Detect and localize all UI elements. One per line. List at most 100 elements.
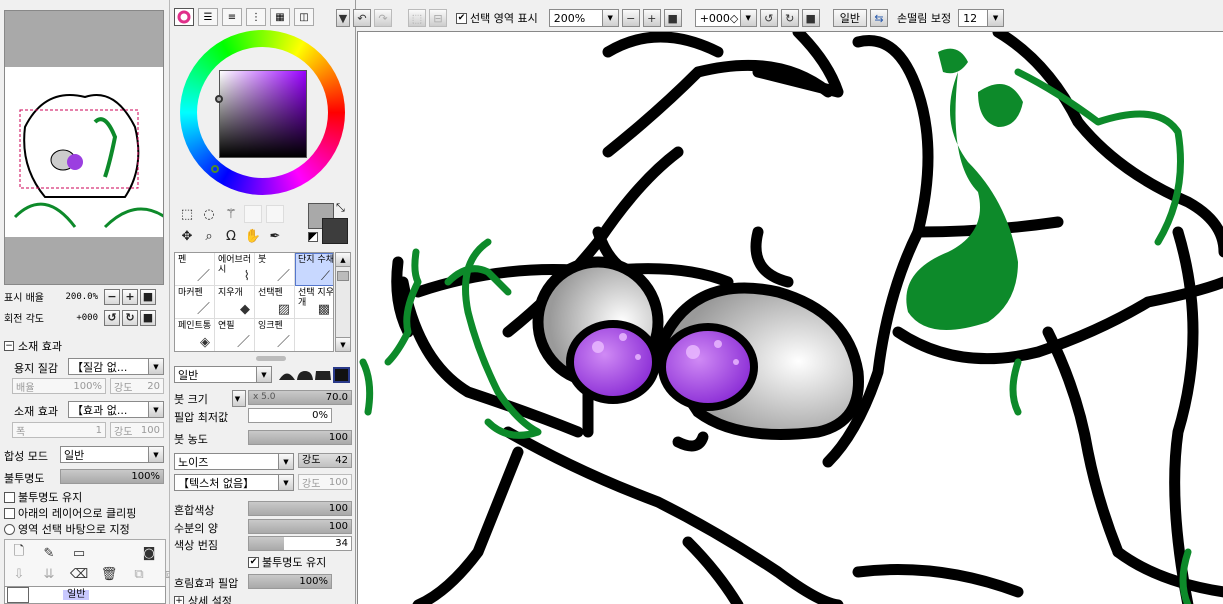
brush-slot-5[interactable]: 지우개 ◆ (215, 286, 255, 319)
zoom-in-button[interactable]: + (122, 288, 138, 305)
paper-scale-field[interactable]: 배율 100% (12, 378, 106, 394)
texture-select[interactable]: 【텍스처 없음】 ▼ (174, 474, 294, 491)
effect-width-field[interactable]: 폭 1 (12, 422, 106, 438)
new-linework-layer-icon[interactable]: ✎ (40, 544, 58, 562)
layer-mask-icon[interactable]: ◙ (140, 544, 158, 562)
brush-slot-2[interactable]: 붓 ／ (255, 253, 295, 286)
hsv-slider-tab-icon[interactable]: ≡ (222, 8, 242, 26)
selection-source-radio[interactable]: 영역 선택 바탕으로 지정 (4, 521, 130, 537)
lasso-icon[interactable]: ◌ (200, 205, 218, 223)
undo-icon[interactable]: ↶ (353, 9, 371, 27)
secondary-color-swatch[interactable] (322, 218, 348, 244)
advanced-settings-header[interactable]: + 상세 설정 (174, 593, 232, 604)
new-layer-icon[interactable]: 🗋 (10, 544, 28, 562)
brush-slot-3[interactable]: 단지 수채 ⟋ (295, 253, 333, 286)
checkbox[interactable] (4, 491, 15, 503)
rotate-reset-button[interactable]: ■ (140, 309, 156, 326)
checkbox[interactable] (4, 507, 15, 519)
zoom-out-button[interactable]: − (104, 288, 120, 305)
brush-slot-0[interactable]: 펜 ／ (175, 253, 215, 286)
tip-texture-icon[interactable] (333, 367, 350, 383)
rotate-value[interactable]: +000 (54, 313, 98, 323)
checkbox[interactable]: ✔ (248, 556, 259, 568)
rotate-ccw-button[interactable]: ↺ (104, 309, 120, 326)
eyedropper-icon[interactable]: ✒ (266, 227, 284, 245)
hand-icon[interactable]: ✋ (244, 227, 262, 245)
magic-wand-icon[interactable]: ⚚ (222, 205, 240, 223)
material-effect-select[interactable]: 【효과 없... ▼ (68, 401, 164, 418)
merge-down-icon[interactable]: ⇊ (40, 565, 58, 583)
effect-strength-field[interactable]: 강도 100 (110, 422, 164, 438)
clear-layer-icon[interactable]: ⌫ (70, 565, 88, 583)
paper-strength-field[interactable]: 강도 20 (110, 378, 164, 394)
texture-header[interactable]: − 소재 효과 (4, 338, 62, 354)
keep-opacity-check[interactable]: ✔ 불투명도 유지 (248, 554, 326, 570)
color-wheel-tab-icon[interactable] (174, 8, 194, 26)
brush-slot-10[interactable]: 잉크펜 ／ (255, 319, 295, 351)
navigator-preview[interactable] (4, 10, 164, 285)
rgb-slider-tab-icon[interactable]: ☰ (198, 8, 218, 26)
redo-icon[interactable]: ↷ (374, 9, 392, 27)
sv-marker[interactable] (215, 95, 223, 103)
rotation-select[interactable]: +000◇ ▼ (694, 9, 757, 27)
zoom-select[interactable]: 200% ▼ (548, 9, 619, 27)
mix-slider[interactable]: 100 (248, 501, 352, 516)
delete-layer-icon[interactable]: 🗑 (100, 565, 118, 583)
reset-colors-icon[interactable] (308, 232, 318, 242)
rotate-reset-icon[interactable]: ■ (801, 9, 820, 27)
noise-select[interactable]: 노이즈 ▼ (174, 453, 294, 470)
radio[interactable] (4, 523, 15, 535)
blur-slider[interactable]: 34 (248, 536, 352, 551)
drawing-canvas[interactable] (357, 31, 1223, 604)
opacity-slider[interactable]: 100% (60, 469, 164, 484)
noise-strength-slider[interactable]: 강도 42 (298, 453, 352, 468)
color-table-tab-icon[interactable]: ⋮ (246, 8, 266, 26)
blend-mode-select[interactable]: 일반 ▼ (60, 446, 164, 463)
tip-round-icon[interactable] (278, 369, 296, 381)
move-icon[interactable]: ✥ (178, 227, 196, 245)
blur-pressure-slider[interactable]: 100% (248, 574, 332, 589)
saturation-value-square[interactable] (215, 70, 307, 158)
tip-flat-icon[interactable] (296, 369, 314, 381)
brush-slot-9[interactable]: 연필 ／ (215, 319, 255, 351)
scroll-down-icon[interactable]: ▼ (336, 337, 350, 351)
copy-layer-icon[interactable]: ⧉ (130, 565, 148, 583)
zoom-in-icon[interactable]: + (642, 9, 661, 27)
flip-horizontal-icon[interactable]: ⇆ (869, 9, 888, 27)
brush-slot-4[interactable]: 마커펜 ／ (175, 286, 215, 319)
texture-strength-field[interactable]: 강도 100 (298, 474, 352, 490)
swap-colors-icon[interactable]: ⤡ (336, 201, 345, 215)
paper-texture-select[interactable]: 【질감 없... ▼ (68, 358, 164, 375)
brush-slot-8[interactable]: 페인트통 ◈ (175, 319, 215, 351)
brush-size-slider[interactable]: x 5.0 70.0 (248, 390, 352, 405)
layer-item[interactable]: 일반 (4, 586, 166, 604)
rotate-cw-icon[interactable]: ↻ (780, 9, 799, 27)
clip-lower-check[interactable]: 아래의 레이어으로 클리핑 (4, 505, 136, 521)
menu-dropdown-icon[interactable]: ▼ (336, 9, 350, 27)
new-folder-icon[interactable]: ▭ (70, 544, 88, 562)
zoom-value[interactable]: 200.0% (54, 292, 98, 302)
water-slider[interactable]: 100 (248, 519, 352, 534)
brush-grid-scrollbar[interactable]: ▲ ▼ (335, 252, 351, 352)
zoom-reset-button[interactable]: ■ (140, 288, 156, 305)
density-slider[interactable]: 100 (248, 430, 352, 445)
brush-slot-7[interactable]: 선택 지우개 ▩ (295, 286, 333, 319)
size-multiplier-button[interactable]: ▼ (232, 390, 246, 407)
brush-blend-select[interactable]: 일반 ▼ (174, 366, 272, 383)
brush-slot-6[interactable]: 선택펜 ▨ (255, 286, 295, 319)
scratchpad-tab-icon[interactable]: ◫ (294, 8, 314, 26)
normal-view-button[interactable]: 일반 (832, 9, 867, 27)
show-selection-checkbox[interactable]: ✔ (456, 12, 467, 24)
panel-grip[interactable] (256, 356, 286, 361)
swatch-tab-icon[interactable]: ▦ (270, 8, 290, 26)
hue-marker[interactable] (211, 165, 219, 173)
rotate-ccw-icon[interactable]: ↺ (759, 9, 778, 27)
deselect-icon[interactable]: ⬚ (408, 9, 426, 27)
min-pressure-slider[interactable]: 0% (248, 408, 332, 423)
stabilizer-select[interactable]: 12 ▼ (958, 9, 1005, 27)
zoom-icon[interactable]: ⌕ (200, 227, 218, 245)
transfer-down-icon[interactable]: ⇩ (10, 565, 28, 583)
rect-select-icon[interactable]: ⬚ (178, 205, 196, 223)
invert-selection-icon[interactable]: ⊟ (429, 9, 447, 27)
scroll-thumb[interactable] (337, 271, 349, 281)
